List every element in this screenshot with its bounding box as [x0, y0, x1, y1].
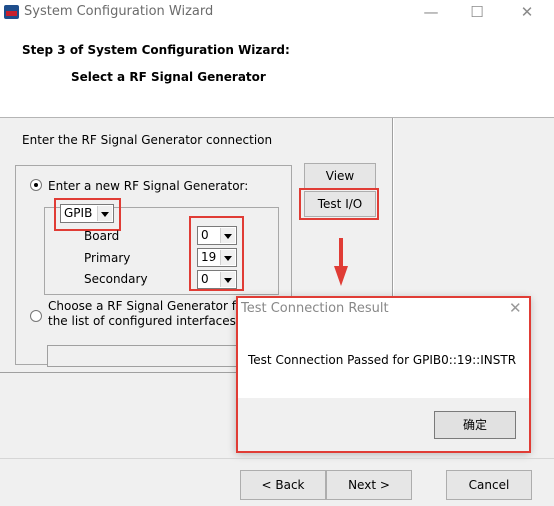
connection-prompt: Enter the RF Signal Generator connection [22, 133, 273, 147]
option-choose-line1[interactable]: Choose a RF Signal Generator f [48, 299, 236, 313]
cancel-button[interactable]: Cancel [446, 470, 532, 500]
down-arrow-annotation-icon [334, 238, 348, 286]
board-label: Board [84, 229, 120, 243]
radio-choose-existing[interactable] [30, 310, 42, 322]
back-button[interactable]: < Back [240, 470, 326, 500]
step-title: Step 3 of System Configuration Wizard: [22, 43, 290, 57]
option-enter-new-label[interactable]: Enter a new RF Signal Generator: [48, 179, 248, 193]
view-button[interactable]: View [304, 163, 376, 189]
window-title: System Configuration Wizard [24, 4, 214, 19]
maximize-button[interactable]: ☐ [462, 3, 492, 23]
gpib-highlight-box [54, 198, 121, 231]
dialog-highlight-box [236, 296, 531, 453]
radio-enter-new[interactable] [30, 179, 42, 191]
step-subtitle: Select a RF Signal Generator [71, 70, 266, 84]
next-button[interactable]: Next > [326, 470, 412, 500]
primary-label: Primary [84, 251, 131, 265]
option-choose-line2[interactable]: the list of configured interfaces [48, 314, 236, 328]
secondary-label: Secondary [84, 272, 148, 286]
minimize-button[interactable]: — [416, 3, 446, 23]
footer-divider [0, 458, 554, 459]
configured-interfaces-field[interactable] [47, 345, 247, 367]
app-icon [4, 5, 19, 19]
test-io-highlight-box [299, 188, 379, 220]
close-window-button[interactable]: ✕ [512, 3, 542, 23]
address-highlight-box [189, 216, 244, 291]
